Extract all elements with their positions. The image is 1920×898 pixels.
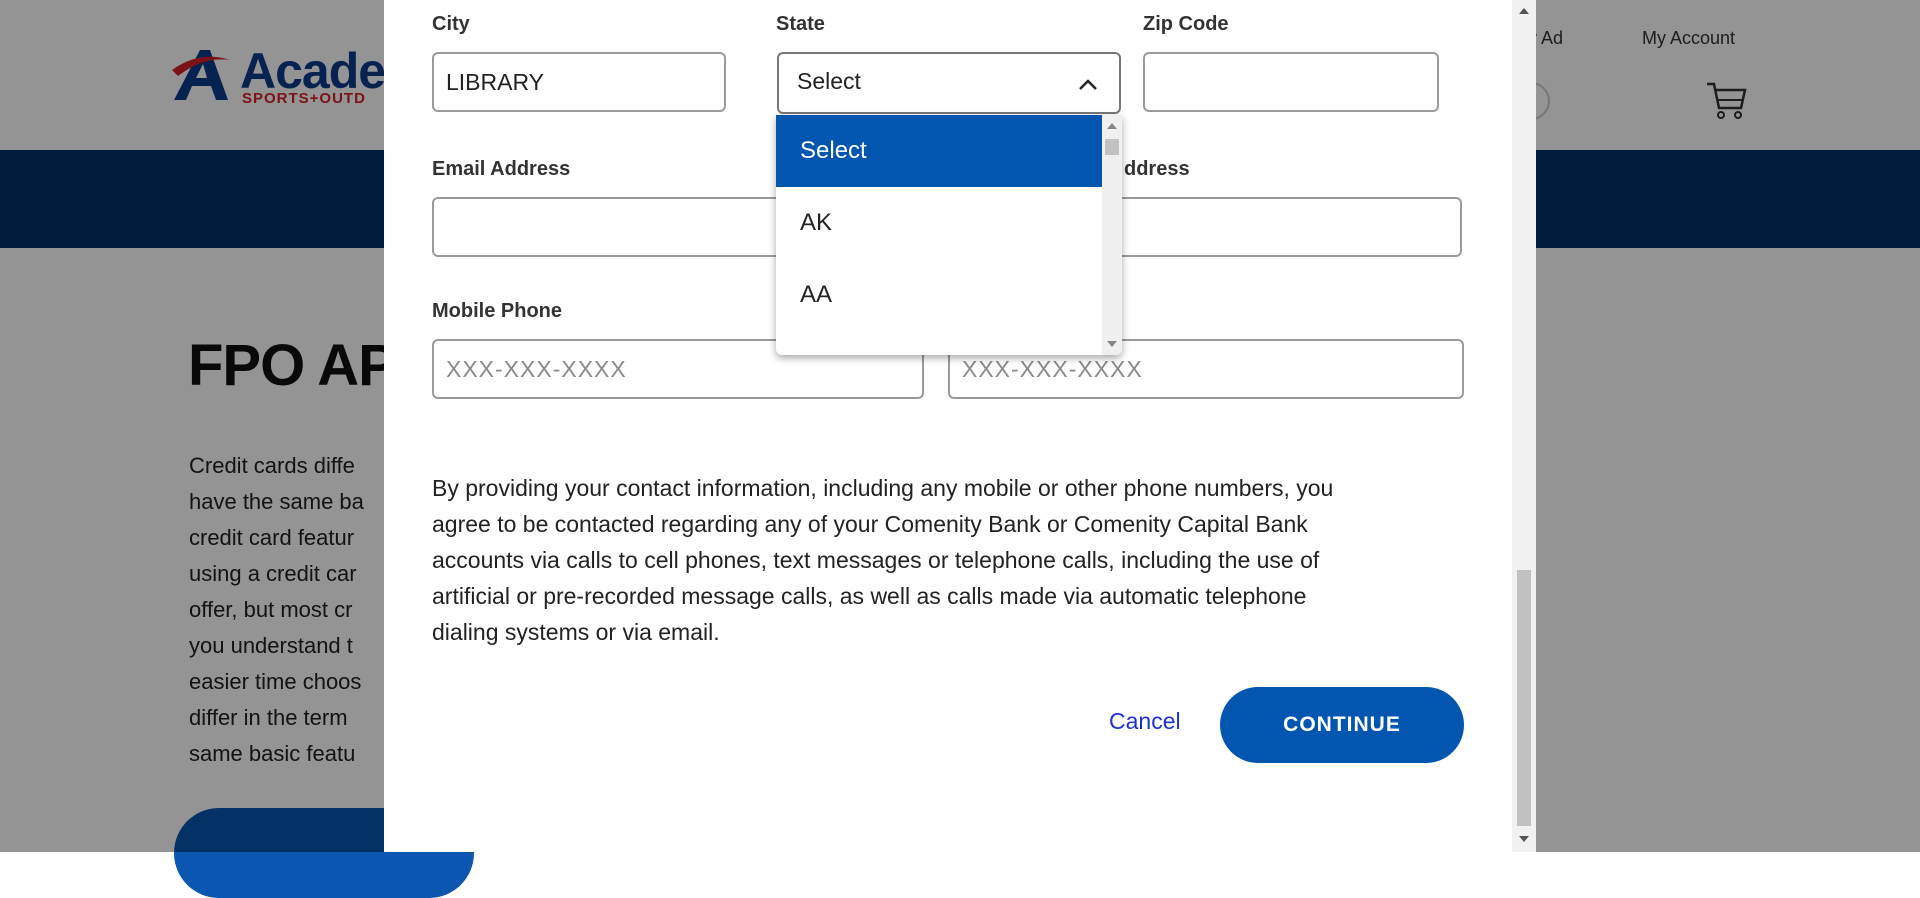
consent-line: By providing your contact information, i… <box>432 475 1334 501</box>
application-modal: City State Select Zip Code Email Address… <box>384 0 1536 852</box>
state-option[interactable]: AA <box>776 259 1102 331</box>
state-option[interactable]: AK <box>776 187 1102 259</box>
mobile-phone-label: Mobile Phone <box>432 300 562 322</box>
city-input[interactable] <box>432 52 726 112</box>
state-options: Select AK AA <box>776 115 1102 331</box>
chevron-up-icon <box>1079 79 1097 90</box>
scroll-down-icon[interactable] <box>1107 341 1117 347</box>
cancel-link[interactable]: Cancel <box>1109 708 1181 735</box>
scroll-up-icon[interactable] <box>1107 123 1117 129</box>
zip-input[interactable] <box>1143 52 1439 112</box>
state-dropdown-list[interactable]: Select AK AA <box>776 115 1122 355</box>
dropdown-scroll-thumb[interactable] <box>1105 139 1119 155</box>
scroll-down-icon[interactable] <box>1519 836 1529 842</box>
city-label: City <box>432 13 470 35</box>
confirm-email-label: ddress <box>1124 158 1190 180</box>
consent-line: artificial or pre-recorded message calls… <box>432 583 1307 609</box>
dropdown-scrollbar[interactable] <box>1102 115 1122 355</box>
state-label: State <box>776 13 825 35</box>
consent-line: accounts via calls to cell phones, text … <box>432 547 1320 573</box>
page-scrollbar[interactable] <box>1512 0 1536 852</box>
consent-text: By providing your contact information, i… <box>432 470 1442 650</box>
consent-line: dialing systems or via email. <box>432 619 720 645</box>
consent-line: agree to be contacted regarding any of y… <box>432 511 1308 537</box>
state-select-value: Select <box>797 68 861 94</box>
scroll-up-icon[interactable] <box>1519 8 1529 14</box>
state-select[interactable]: Select <box>777 52 1121 114</box>
zip-label: Zip Code <box>1143 13 1229 35</box>
continue-button[interactable]: CONTINUE <box>1220 687 1464 763</box>
email-label: Email Address <box>432 158 571 180</box>
page-scroll-thumb[interactable] <box>1517 570 1531 826</box>
state-option[interactable]: Select <box>776 115 1102 187</box>
